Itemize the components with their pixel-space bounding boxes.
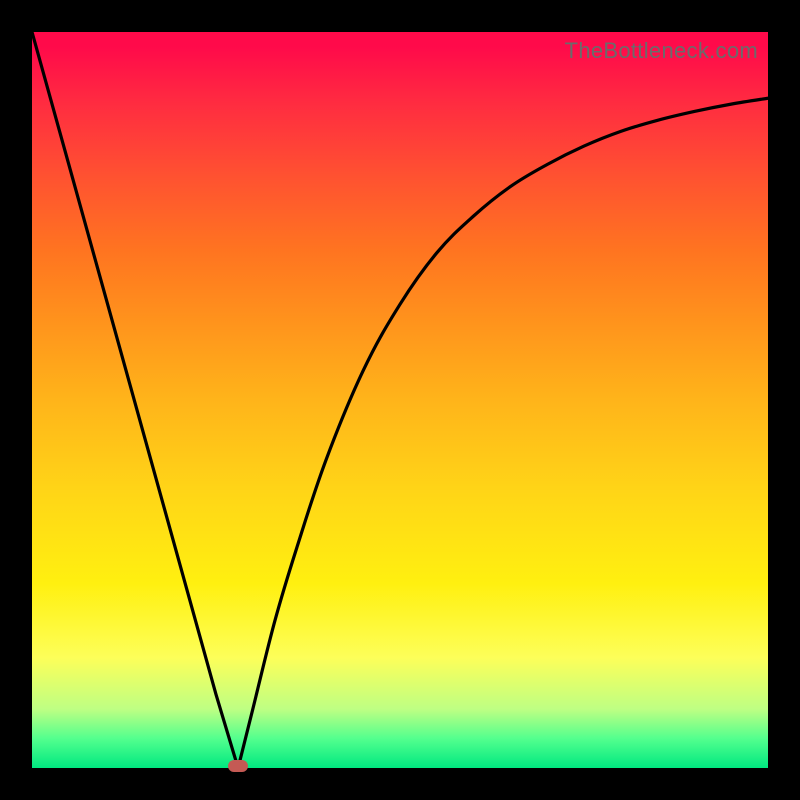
curve-path bbox=[32, 32, 768, 768]
bottleneck-curve bbox=[32, 32, 768, 768]
vertex-marker bbox=[228, 760, 248, 772]
chart-frame: TheBottleneck.com bbox=[0, 0, 800, 800]
plot-area: TheBottleneck.com bbox=[32, 32, 768, 768]
